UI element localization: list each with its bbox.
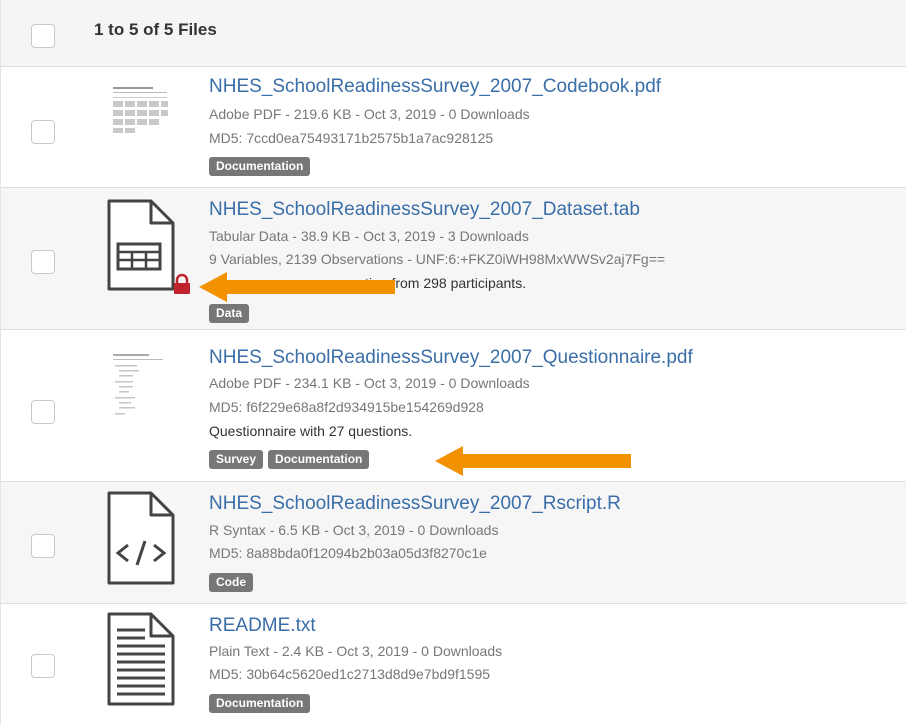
file-name-link[interactable]: NHES_SchoolReadinessSurvey_2007_Rscript.…	[209, 493, 621, 515]
file-name-link[interactable]: NHES_SchoolReadinessSurvey_2007_Dataset.…	[209, 199, 640, 221]
file-metadata: Plain Text - 2.4 KB - Oct 3, 2019 - 0 Do…	[209, 643, 503, 659]
pdf-page-thumbnail-icon[interactable]	[101, 81, 181, 148]
file-checksum: MD5: 7ccd0ea75493171b2575b1a7ac928125	[209, 130, 494, 146]
file-checksum: MD5: f6f229e68a8f2d934915be154269d928	[209, 399, 484, 415]
file-name-link[interactable]: NHES_SchoolReadinessSurvey_2007_Codebook…	[209, 76, 661, 98]
file-tags: Survey Documentation	[209, 450, 370, 469]
tag-documentation: Documentation	[268, 450, 370, 469]
tag-documentation: Documentation	[209, 157, 311, 176]
row-checkbox[interactable]	[31, 120, 55, 144]
file-name-link[interactable]: NHES_SchoolReadinessSurvey_2007_Question…	[209, 347, 693, 369]
file-metadata: Adobe PDF - 234.1 KB - Oct 3, 2019 - 0 D…	[209, 375, 530, 391]
pdf-page-thumbnail-icon[interactable]	[101, 350, 181, 433]
file-name-link[interactable]: README.txt	[209, 615, 316, 637]
file-checksum: MD5: 30b64c5620ed1c2713d8d9e7bd9f1595	[209, 666, 491, 682]
lock-icon	[171, 273, 193, 300]
row-checkbox[interactable]	[31, 534, 55, 558]
file-row-questionnaire: NHES_SchoolReadinessSurvey_2007_Question…	[1, 330, 906, 482]
code-file-icon[interactable]	[101, 489, 181, 594]
file-checksum: MD5: 8a88bda0f12094b2b03a05d3f8270c1e	[209, 545, 487, 561]
file-checksum: 9 Variables, 2139 Observations - UNF:6:+…	[209, 251, 666, 267]
file-metadata: Adobe PDF - 219.6 KB - Oct 3, 2019 - 0 D…	[209, 106, 530, 122]
file-tags: Code	[209, 573, 253, 592]
row-checkbox[interactable]	[31, 400, 55, 424]
file-row-codebook: NHES_SchoolReadinessSurvey_2007_Codebook…	[1, 67, 906, 188]
file-table: 1 to 5 of 5 Files NHES_SchoolReadinessSu…	[0, 0, 906, 724]
tag-code: Code	[209, 573, 253, 592]
row-checkbox[interactable]	[31, 250, 55, 274]
file-row-rscript: NHES_SchoolReadinessSurvey_2007_Rscript.…	[1, 482, 906, 604]
file-row-dataset: NHES_SchoolReadinessSurvey_2007_Dataset.…	[1, 188, 906, 330]
file-description: Questionnaire with 27 questions.	[209, 423, 413, 439]
arrow-annotation-tags	[435, 446, 631, 481]
file-tags: Documentation	[209, 694, 311, 713]
tag-documentation: Documentation	[209, 694, 311, 713]
arrow-annotation-lock	[199, 272, 395, 307]
text-file-icon[interactable]	[101, 610, 181, 715]
file-metadata: Tabular Data - 38.9 KB - Oct 3, 2019 - 3…	[209, 228, 529, 244]
file-count-title: 1 to 5 of 5 Files	[94, 20, 217, 39]
select-all-checkbox[interactable]	[31, 24, 55, 48]
file-tags: Documentation	[209, 157, 311, 176]
file-table-header: 1 to 5 of 5 Files	[1, 0, 906, 67]
file-row-readme: README.txt Plain Text - 2.4 KB - Oct 3, …	[1, 604, 906, 724]
tag-survey: Survey	[209, 450, 264, 469]
tabular-file-icon[interactable]	[101, 197, 181, 300]
row-checkbox[interactable]	[31, 654, 55, 678]
file-metadata: R Syntax - 6.5 KB - Oct 3, 2019 - 0 Down…	[209, 522, 499, 538]
